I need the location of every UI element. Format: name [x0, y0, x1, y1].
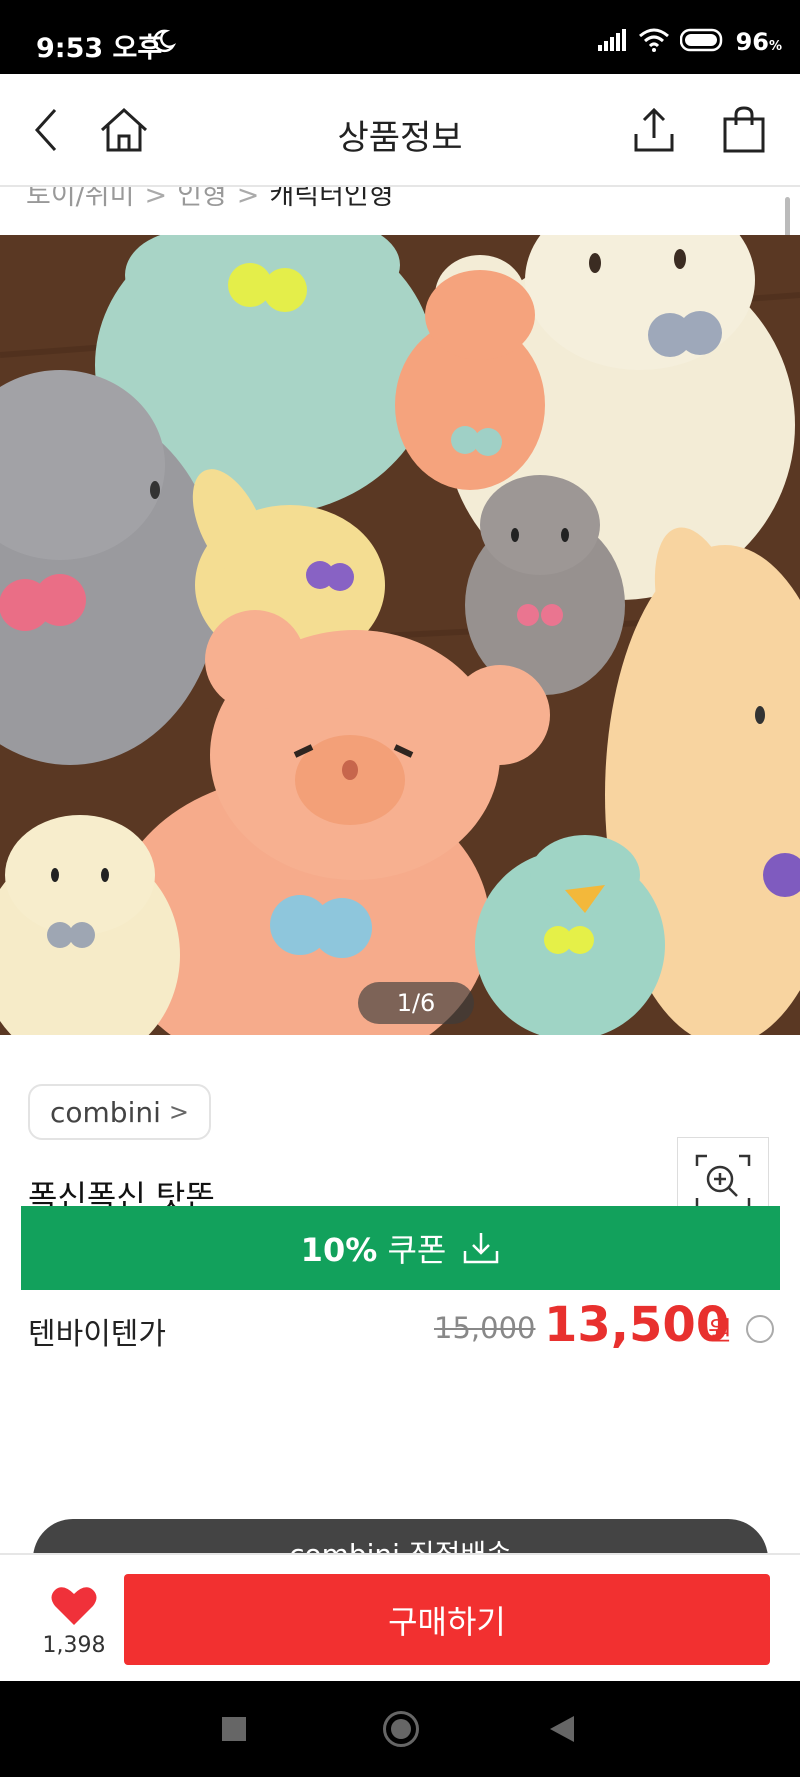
zoom-icon: [695, 1154, 751, 1210]
brand-chevron: >: [168, 1098, 189, 1126]
coupon-label: 쿠폰: [387, 1231, 447, 1269]
system-nav-bar: [0, 1681, 800, 1777]
share-icon[interactable]: [626, 102, 682, 158]
breadcrumb-item[interactable]: 인형: [177, 187, 227, 211]
sale-price: 13,500: [544, 1297, 730, 1353]
moon-icon: [150, 28, 177, 58]
battery-value: 96: [735, 28, 769, 56]
wishlist-button[interactable]: 1,398: [26, 1585, 122, 1658]
product-detail-content[interactable]: 토이/취미 > 인형 > 캐릭터인형 1/6 combini > 폭신폭신 탓똔…: [0, 187, 800, 1553]
bottom-action-bar: 1,398 구매하기: [0, 1553, 800, 1681]
back-nav-icon[interactable]: [550, 1716, 574, 1742]
price-label: 텐바이텐가: [28, 1317, 166, 1352]
breadcrumb-separator: >: [144, 187, 168, 211]
brand-link[interactable]: combini >: [28, 1084, 211, 1140]
download-icon: [464, 1233, 499, 1264]
breadcrumb-item[interactable]: 토이/취미: [26, 187, 134, 211]
original-price: 15,000: [434, 1311, 536, 1345]
price-info-icon[interactable]: [746, 1315, 774, 1343]
direct-delivery-badge[interactable]: combini 직접배송: [33, 1519, 768, 1553]
breadcrumb-separator: >: [236, 187, 260, 211]
image-counter: 1/6: [358, 982, 474, 1024]
signal-icon: [597, 29, 628, 55]
sale-price-unit: 원: [708, 1317, 732, 1347]
wifi-icon: [638, 28, 670, 56]
coupon-percent: 10%: [300, 1231, 378, 1269]
recents-icon[interactable]: [222, 1717, 246, 1741]
brand-name: combini: [50, 1095, 161, 1129]
plush-toys-photo: [0, 235, 800, 1035]
breadcrumb: 토이/취미 > 인형 > 캐릭터인형: [26, 187, 394, 212]
buy-button[interactable]: 구매하기: [124, 1574, 770, 1665]
wishlist-count: 1,398: [42, 1633, 106, 1658]
price-row: 텐바이텐가 15,000 13,500 원: [28, 1297, 778, 1357]
cart-icon[interactable]: [716, 102, 772, 158]
home-nav-icon[interactable]: [383, 1711, 419, 1747]
battery-icon: [679, 28, 726, 56]
battery-percent: 96%: [736, 28, 782, 56]
app-header: 상품정보: [0, 74, 800, 187]
status-bar: 9:53 오후 96%: [0, 0, 800, 74]
heart-icon: [51, 1587, 97, 1625]
battery-unit: %: [768, 39, 782, 54]
breadcrumb-item-current[interactable]: 캐릭터인형: [269, 187, 393, 211]
status-time: 9:53 오후: [36, 33, 163, 64]
product-image[interactable]: 1/6: [0, 235, 800, 1035]
coupon-download-button[interactable]: 10% 쿠폰: [21, 1206, 780, 1290]
